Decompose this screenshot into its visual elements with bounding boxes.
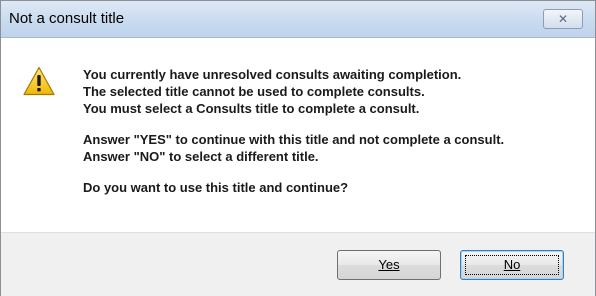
message-line: You must select a Consults title to comp… bbox=[83, 101, 420, 116]
button-bar: Yes No bbox=[1, 232, 595, 296]
yes-button-label: Yes bbox=[378, 257, 400, 272]
question-line: Do you want to use this title and contin… bbox=[83, 180, 349, 195]
close-button[interactable]: ✕ bbox=[543, 9, 583, 29]
window-title: Not a consult title bbox=[9, 10, 125, 27]
message-line: You currently have unresolved consults a… bbox=[83, 67, 462, 82]
no-button[interactable]: No bbox=[460, 250, 564, 280]
yes-button[interactable]: Yes bbox=[337, 250, 441, 280]
message-line: Answer "YES" to continue with this title… bbox=[83, 132, 505, 147]
close-icon: ✕ bbox=[557, 12, 569, 26]
message-line: Answer "NO" to select a different title. bbox=[83, 149, 319, 164]
message-line: The selected title cannot be used to com… bbox=[83, 84, 425, 99]
title-bar[interactable]: Not a consult title ✕ bbox=[1, 1, 595, 38]
dialog-window: Not a consult title ✕ You currently have… bbox=[0, 0, 596, 296]
focus-rectangle bbox=[465, 255, 559, 275]
dialog-content: You currently have unresolved consults a… bbox=[1, 38, 595, 232]
warning-icon bbox=[23, 66, 55, 96]
message-text: You currently have unresolved consults a… bbox=[83, 66, 591, 196]
